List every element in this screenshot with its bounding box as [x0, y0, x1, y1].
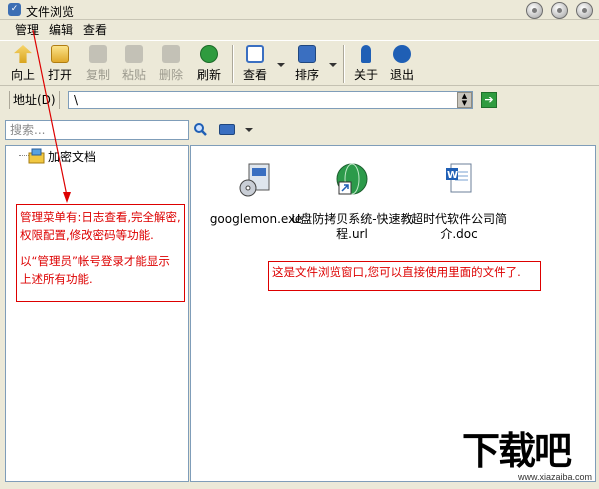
up-label: 向上 [10, 68, 35, 82]
manage-menu-callout: 管理菜单有:日志查看,完全解密,权限配置,修改密码等功能. 以“管理员”帐号登录… [16, 204, 185, 302]
refresh-icon [200, 45, 218, 63]
view-dropdown-arrow-icon[interactable] [277, 63, 285, 67]
folder-tree-pane: 加密文档 [5, 145, 189, 482]
minimize-button[interactable] [526, 2, 543, 19]
menu-bar: 管理 编辑 查看 [0, 20, 599, 40]
exit-button[interactable]: 退出 [387, 45, 417, 85]
delete-button[interactable]: 删除 [156, 45, 186, 85]
file-name: 超时代软件公司简介.doc [410, 212, 507, 241]
about-button[interactable]: 关于 [351, 45, 381, 85]
paste-button[interactable]: 粘贴 [119, 45, 149, 85]
view-mode-icon[interactable] [219, 124, 235, 135]
watermark-url: www.xiazaiba.com [518, 472, 593, 482]
paste-label: 粘贴 [121, 68, 146, 82]
address-dropdown-icon[interactable]: ▲ ▼ [457, 92, 472, 108]
search-bar: 搜索... [0, 118, 599, 142]
copy-label: 复制 [85, 68, 110, 82]
tree-item-encrypted-docs[interactable]: 加密文档 [48, 148, 96, 165]
menu-view[interactable]: 查看 [82, 22, 108, 38]
about-person-icon [361, 45, 371, 63]
close-button[interactable] [576, 2, 593, 19]
svg-text:W: W [447, 170, 458, 181]
about-label: 关于 [353, 68, 378, 82]
menu-edit[interactable]: 编辑 [48, 22, 74, 38]
copy-icon [89, 45, 107, 63]
view-mode-dropdown-icon[interactable] [245, 128, 253, 132]
sort-dropdown-arrow-icon[interactable] [329, 63, 337, 67]
search-input[interactable]: 搜索... [5, 120, 189, 140]
search-icon[interactable] [194, 123, 207, 136]
address-input[interactable]: \ [68, 91, 473, 109]
copy-button[interactable]: 复制 [83, 45, 113, 85]
exit-label: 退出 [389, 68, 414, 82]
encrypted-folder-icon [28, 148, 45, 164]
paste-icon [125, 45, 143, 63]
open-button[interactable]: 打开 [44, 45, 76, 85]
sort-button[interactable]: 排序 [292, 45, 322, 85]
open-label: 打开 [47, 68, 72, 82]
delete-icon [162, 45, 180, 63]
maximize-button[interactable] [551, 2, 568, 19]
up-button[interactable]: 向上 [8, 45, 38, 85]
refresh-button[interactable]: 刷新 [194, 45, 224, 85]
sort-icon [298, 45, 316, 63]
toolbar-separator [232, 45, 234, 83]
power-icon [393, 45, 411, 63]
callout-text: 以“管理员”帐号登录才能显示上述所有功能. [20, 254, 170, 286]
watermark-logo: 下载吧 [462, 429, 572, 473]
download-site-watermark: 下载吧 www.xiazaiba.com [462, 428, 592, 484]
view-label: 查看 [242, 68, 267, 82]
toolbar-separator [343, 45, 345, 83]
sort-label: 排序 [294, 68, 319, 82]
view-grid-icon [246, 45, 264, 63]
view-button[interactable]: 查看 [240, 45, 270, 85]
file-item[interactable]: W 超时代软件公司简介.doc [394, 162, 524, 242]
toolbar: 向上 打开 复制 粘贴 删除 刷新 查看 排序 关于 退出 [0, 40, 599, 86]
window-callout: 这是文件浏览窗口,您可以直接使用里面的文件了. [268, 261, 541, 291]
refresh-label: 刷新 [196, 68, 221, 82]
menu-manage[interactable]: 管理 [14, 22, 40, 38]
title-bar: ✓ 文件浏览 [0, 0, 599, 20]
url-globe-icon [336, 163, 368, 195]
go-arrow-icon[interactable]: ➔ [481, 92, 497, 108]
window-title: 文件浏览 [26, 5, 75, 19]
callout-text: 管理菜单有:日志查看,完全解密,权限配置,修改密码等功能. [20, 210, 181, 242]
exe-installer-icon [239, 163, 270, 197]
up-arrow-icon [14, 45, 32, 63]
address-bar: 地址(D) \ ▲ ▼ ➔ [0, 88, 599, 112]
word-doc-icon: W [446, 163, 472, 193]
open-folder-icon [51, 45, 69, 63]
address-label: 地址(D) [9, 91, 60, 109]
delete-label: 删除 [158, 68, 183, 82]
app-shield-icon: ✓ [8, 3, 21, 16]
